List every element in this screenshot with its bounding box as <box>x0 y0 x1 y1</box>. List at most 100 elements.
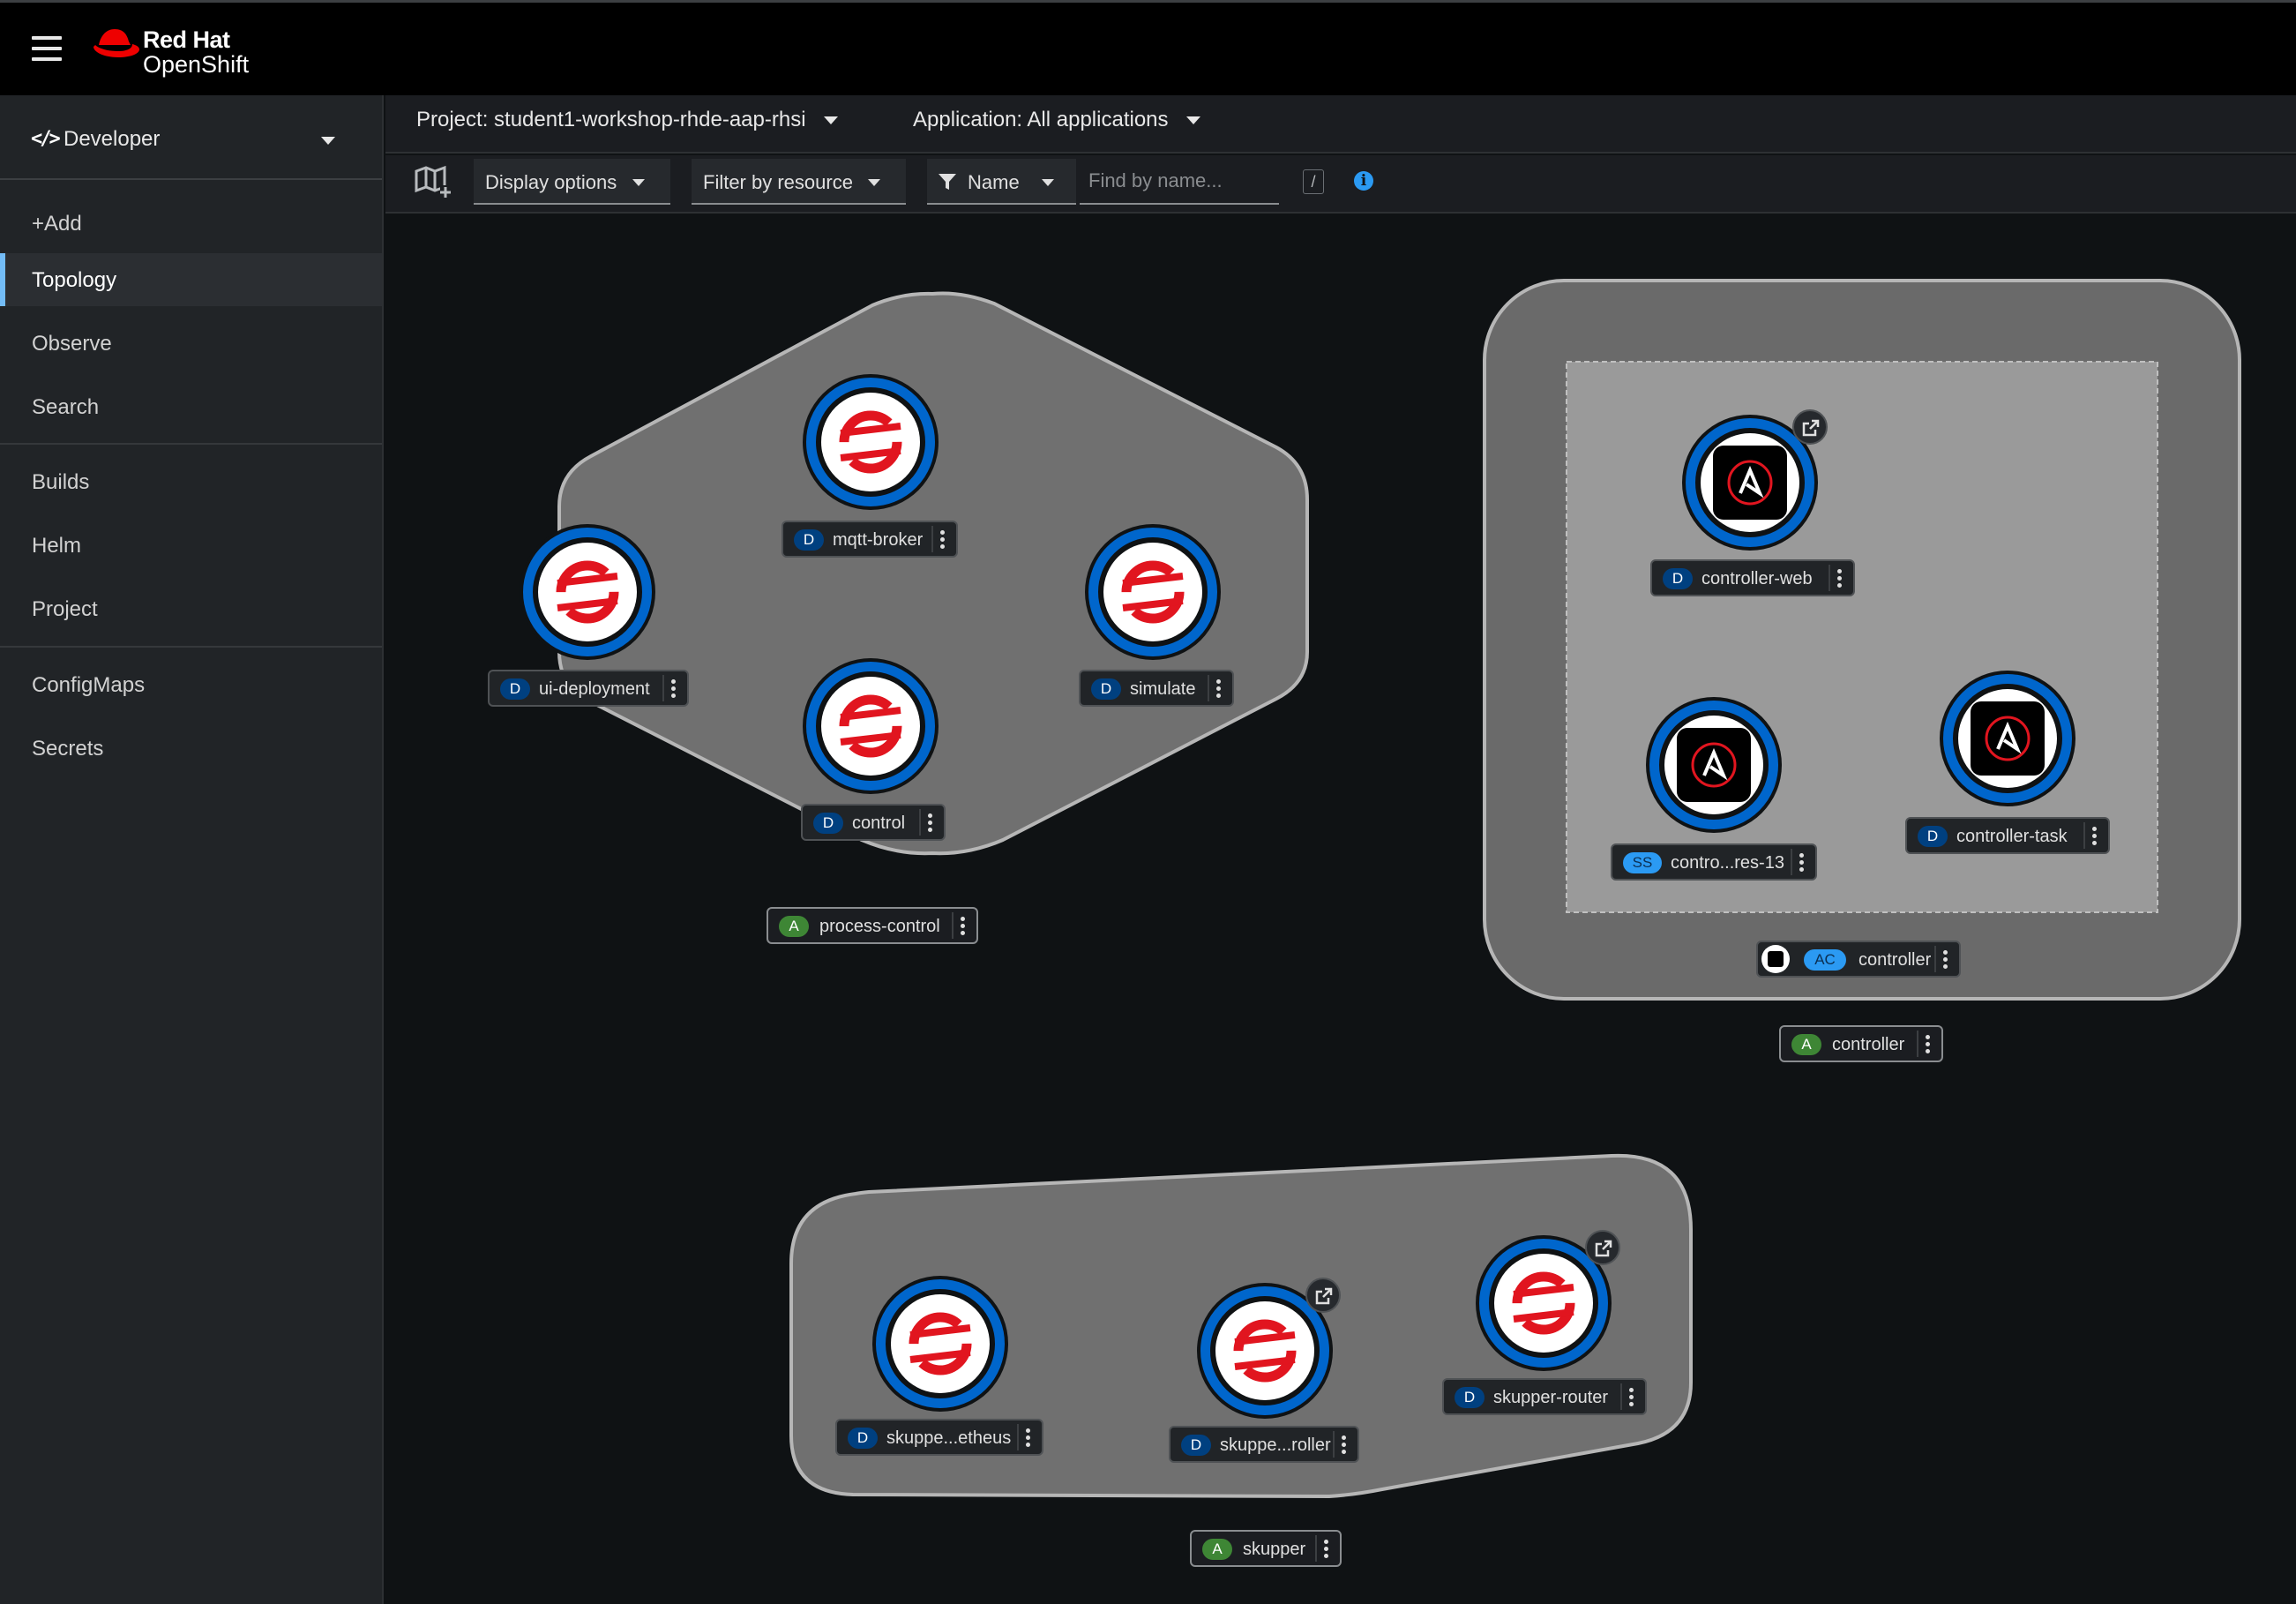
node-label-mqtt-broker[interactable]: D mqtt-broker <box>782 521 958 558</box>
deployment-badge: D <box>1663 568 1693 589</box>
automation-controller-badge: AC <box>1804 949 1846 971</box>
group-label-controller[interactable]: A controller <box>1779 1025 1943 1062</box>
node-label-controller-web[interactable]: D controller-web <box>1650 559 1855 596</box>
external-link-icon[interactable] <box>1585 1230 1620 1265</box>
kebab-menu-icon[interactable] <box>919 809 937 836</box>
display-options-label: Display options <box>485 171 617 193</box>
node-label-controller-task[interactable]: D controller-task <box>1905 817 2110 854</box>
kebab-menu-icon[interactable] <box>1829 565 1846 591</box>
node-label-ui-deployment[interactable]: D ui-deployment <box>488 670 689 707</box>
openshift-icon <box>1215 1301 1314 1400</box>
perspective-switcher[interactable]: </> Developer <box>0 95 382 180</box>
red-hat-icon <box>93 29 139 57</box>
caret-down-icon <box>1042 179 1054 186</box>
node-label-controller-postgres[interactable]: SS contro...res-13 <box>1611 843 1817 881</box>
node-label-skupper-controller[interactable]: D skuppe...roller <box>1169 1426 1359 1463</box>
group-label-skupper[interactable]: A skupper <box>1190 1530 1342 1567</box>
nav-item-label: Observe <box>32 332 112 356</box>
nav-item-project[interactable]: Project <box>0 582 382 635</box>
filter-by-resource-dropdown[interactable]: Filter by resource <box>692 159 906 205</box>
nav-item-label: Project <box>32 597 98 621</box>
node-controller-postgres[interactable] <box>1646 697 1782 833</box>
filter-type-label: Name <box>968 171 1020 193</box>
node-label-skupper-prometheus[interactable]: D skuppe...etheus <box>835 1419 1043 1456</box>
kebab-menu-icon[interactable] <box>1333 1431 1350 1458</box>
kebab-menu-icon[interactable] <box>931 526 949 552</box>
project-dropdown[interactable]: Project: student1-workshop-rhde-aap-rhsi <box>416 108 838 143</box>
nav-item-helm[interactable]: Helm <box>0 519 382 572</box>
node-label-simulate[interactable]: D simulate <box>1079 670 1234 707</box>
kebab-menu-icon[interactable] <box>1934 946 1952 972</box>
operator-label-controller[interactable]: AC controller <box>1756 941 1961 978</box>
nav-item-search[interactable]: Search <box>0 380 382 433</box>
project-bar: Project: student1-workshop-rhde-aap-rhsi… <box>385 95 2296 154</box>
nav-item-secrets[interactable]: Secrets <box>0 722 382 775</box>
display-options-dropdown[interactable]: Display options <box>474 159 670 205</box>
kebab-menu-icon[interactable] <box>1315 1535 1333 1562</box>
application-badge: A <box>779 916 809 937</box>
openshift-icon <box>891 1294 990 1393</box>
deployment-badge: D <box>1181 1435 1211 1456</box>
info-circle-icon[interactable]: i <box>1354 171 1373 191</box>
sidebar: </> Developer +Add Topology Observe Sear… <box>0 95 384 1604</box>
node-name: controller-task <box>1956 827 2068 846</box>
ansible-icon <box>1958 689 2057 788</box>
filter-by-resource-label: Filter by resource <box>703 171 853 193</box>
caret-down-icon <box>868 179 880 186</box>
masthead: Red Hat OpenShift <box>0 0 2296 95</box>
node-simulate[interactable] <box>1085 524 1221 660</box>
group-name: process-control <box>819 917 940 936</box>
openshift-icon <box>1494 1254 1593 1353</box>
kebab-menu-icon[interactable] <box>2083 822 2101 849</box>
node-name: skupper-router <box>1493 1388 1609 1407</box>
deployment-badge: D <box>500 678 530 700</box>
search-shortcut-hint: / <box>1303 169 1324 194</box>
nav-item-label: ConfigMaps <box>32 673 146 697</box>
node-name: skuppe...roller <box>1220 1435 1331 1455</box>
application-badge: A <box>1791 1034 1821 1055</box>
kebab-menu-icon[interactable] <box>1917 1031 1934 1057</box>
node-name: skuppe...etheus <box>886 1428 1012 1448</box>
node-mqtt-broker[interactable] <box>803 374 939 510</box>
node-controller-task[interactable] <box>1940 671 2075 806</box>
nav-item-configmaps[interactable]: ConfigMaps <box>0 658 382 711</box>
kebab-menu-icon[interactable] <box>1620 1383 1638 1410</box>
node-control[interactable] <box>803 658 939 794</box>
kebab-menu-icon[interactable] <box>1017 1424 1035 1450</box>
deployment-badge: D <box>1091 678 1121 700</box>
openshift-icon <box>821 677 920 776</box>
nav-item-builds[interactable]: Builds <box>0 455 382 508</box>
project-dropdown-label: Project: student1-workshop-rhde-aap-rhsi <box>416 108 806 131</box>
openshift-icon <box>821 393 920 491</box>
topology-quick-search-icon[interactable] <box>414 164 452 199</box>
application-dropdown[interactable]: Application: All applications <box>913 108 1200 143</box>
deployment-badge: D <box>813 813 843 834</box>
kebab-menu-icon[interactable] <box>952 912 969 939</box>
hamburger-menu-icon[interactable] <box>32 36 62 61</box>
nav-item-topology[interactable]: Topology <box>0 253 382 306</box>
nav-item-observe[interactable]: Observe <box>0 317 382 370</box>
node-label-skupper-router[interactable]: D skupper-router <box>1442 1378 1647 1415</box>
topology-canvas[interactable]: D mqtt-broker D ui-deployment D simulate… <box>385 215 2296 1604</box>
filter-type-dropdown[interactable]: Name <box>927 159 1076 205</box>
kebab-menu-icon[interactable] <box>1208 675 1225 701</box>
statefulset-badge: SS <box>1623 852 1662 873</box>
node-skupper-prometheus[interactable] <box>872 1276 1008 1412</box>
deployment-badge: D <box>1455 1387 1485 1408</box>
deployment-badge: D <box>1918 826 1948 847</box>
filter-icon <box>939 174 956 190</box>
node-name: simulate <box>1130 679 1196 699</box>
find-by-name-input[interactable] <box>1080 159 1279 205</box>
node-ui-deployment[interactable] <box>520 524 655 660</box>
kebab-menu-icon[interactable] <box>662 675 680 701</box>
perspective-label: Developer <box>64 127 161 151</box>
openshift-icon <box>1103 543 1202 641</box>
external-link-icon[interactable] <box>1792 409 1828 445</box>
group-label-process-control[interactable]: A process-control <box>767 907 978 944</box>
external-link-icon[interactable] <box>1305 1278 1341 1313</box>
nav-divider <box>0 646 382 648</box>
caret-down-icon <box>632 179 645 186</box>
kebab-menu-icon[interactable] <box>1791 849 1808 875</box>
nav-item-add[interactable]: +Add <box>0 197 382 250</box>
node-label-control[interactable]: D control <box>801 804 946 841</box>
